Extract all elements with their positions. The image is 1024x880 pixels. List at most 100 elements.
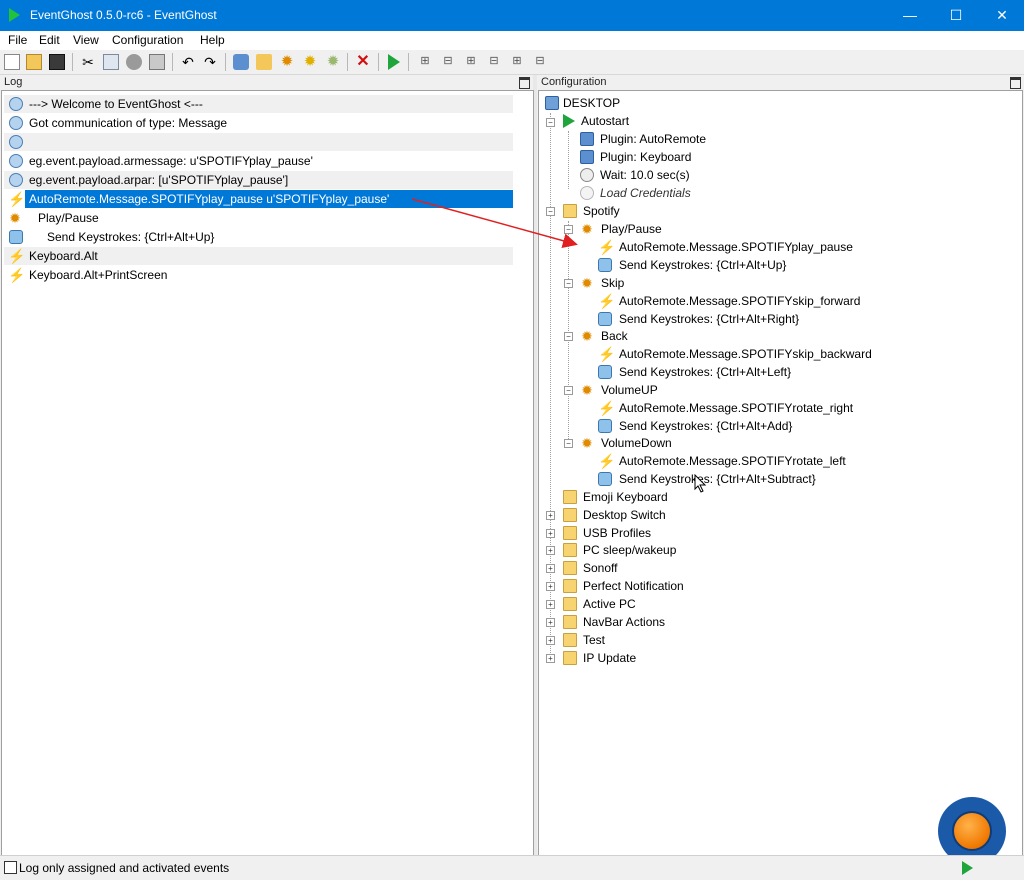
collapse-toggle[interactable]: − [564, 439, 573, 448]
open-icon[interactable] [26, 54, 42, 70]
expand-toggle[interactable]: + [546, 546, 555, 555]
add-event-icon[interactable]: ✹ [302, 54, 318, 70]
undo-icon[interactable]: ↶ [180, 54, 196, 70]
expand-all-icon[interactable]: ⊞ [509, 54, 525, 70]
collapse-children-icon[interactable]: ⊟ [486, 54, 502, 70]
log-row-text: eg.event.payload.armessage: u'SPOTIFYpla… [29, 154, 313, 168]
config-pane-header: Configuration [537, 75, 1024, 90]
delete-icon[interactable]: ✕ [355, 54, 371, 70]
log-pane[interactable]: ---> Welcome to EventGhost <--- Got comm… [1, 90, 534, 856]
log-pane-title: Log [4, 76, 23, 88]
paste-icon[interactable] [149, 54, 165, 70]
maximize-button[interactable]: ☐ [933, 0, 979, 31]
python-icon[interactable] [126, 54, 142, 70]
tree-item-label: Send Keystrokes: {Ctrl+Alt+Subtract} [619, 472, 816, 486]
log-row[interactable]: eg.event.payload.arpar: [u'SPOTIFYplay_p… [4, 171, 513, 189]
collapse-toggle[interactable]: − [564, 386, 573, 395]
tree-item-label: AutoRemote.Message.SPOTIFYrotate_right [619, 401, 854, 415]
execute-icon[interactable] [386, 54, 402, 70]
expand-toggle[interactable]: + [546, 529, 555, 538]
menu-help[interactable]: Help [200, 33, 225, 47]
log-only-assigned-label[interactable]: Log only assigned and activated events [19, 861, 229, 875]
tree-item-label: Sonoff [583, 561, 618, 575]
desktop-computer-icon [545, 96, 559, 110]
macro-gear-icon: ✹ [581, 221, 593, 237]
cut-icon[interactable]: ✂ [80, 54, 96, 70]
collapse-all-icon[interactable]: ⊟ [532, 54, 548, 70]
expand-toggle[interactable]: + [546, 636, 555, 645]
keyboard-action-icon [9, 230, 23, 244]
log-row[interactable]: Send Keystrokes: {Ctrl+Alt+Up} [4, 228, 513, 246]
log-row[interactable]: ✹ Play/Pause [4, 209, 513, 227]
folder-icon [563, 561, 577, 575]
log-row-text: AutoRemote.Message.SPOTIFYplay_pause u'S… [29, 192, 390, 206]
log-row[interactable]: eg.event.payload.armessage: u'SPOTIFYpla… [4, 152, 513, 170]
log-row[interactable]: Got communication of type: Message [4, 114, 513, 132]
tree-item-label: Test [583, 633, 606, 647]
folder-icon [563, 615, 577, 629]
message-icon [9, 135, 23, 149]
log-row-selected[interactable]: ⚡ AutoRemote.Message.SPOTIFYplay_pause u… [4, 190, 513, 208]
config-tree[interactable]: DESKTOP − Autostart Plugin: AutoRemote P… [538, 90, 1023, 856]
add-action-icon[interactable]: ✹ [325, 54, 341, 70]
collapse-toggle[interactable]: − [564, 279, 573, 288]
event-bolt-icon: ⚡ [8, 191, 26, 207]
collapse-icon[interactable]: ⊟ [440, 54, 456, 70]
config-maximize-icon[interactable] [1010, 77, 1021, 89]
clock-icon [580, 168, 594, 182]
new-icon[interactable] [4, 54, 20, 70]
keyboard-action-icon [598, 472, 612, 486]
menu-edit[interactable]: Edit [39, 33, 60, 47]
expand-toggle[interactable]: + [546, 600, 555, 609]
tree-item-label: Plugin: AutoRemote [600, 132, 707, 146]
folder-icon [563, 490, 577, 504]
minimize-button[interactable]: — [887, 0, 933, 31]
log-row[interactable]: ⚡ Keyboard.Alt+PrintScreen [4, 266, 513, 284]
collapse-toggle[interactable]: − [564, 332, 573, 341]
expand-icon[interactable]: ⊞ [417, 54, 433, 70]
tree-item-label: Perfect Notification [583, 579, 684, 593]
event-bolt-icon: ⚡ [598, 453, 616, 469]
add-macro-icon[interactable]: ✹ [279, 54, 295, 70]
toolbar-separator [72, 53, 73, 71]
menu-file[interactable]: File [8, 33, 27, 47]
tree-item-label: Emoji Keyboard [583, 490, 668, 504]
log-row-text: Got communication of type: Message [29, 116, 228, 130]
add-folder-icon[interactable] [256, 54, 272, 70]
keyboard-action-icon [598, 258, 612, 272]
expand-toggle[interactable]: + [546, 511, 555, 520]
folder-icon [563, 633, 577, 647]
expand-toggle[interactable]: + [546, 654, 555, 663]
tree-root-label: DESKTOP [563, 96, 621, 110]
menu-view[interactable]: View [73, 33, 99, 47]
redo-icon[interactable]: ↷ [202, 54, 218, 70]
save-icon[interactable] [49, 54, 65, 70]
collapse-toggle[interactable]: − [564, 225, 573, 234]
folder-icon [563, 204, 577, 218]
menu-configuration[interactable]: Configuration [112, 33, 183, 47]
log-row[interactable]: ---> Welcome to EventGhost <--- [4, 95, 513, 113]
log-maximize-icon[interactable] [519, 77, 530, 89]
copy-icon[interactable] [103, 54, 119, 70]
title-bar: EventGhost 0.5.0-rc6 - EventGhost — ☐ ✕ [0, 0, 1024, 31]
folder-icon [563, 651, 577, 665]
toolbar: ✂ ↶ ↷ ✹ ✹ ✹ ✕ ⊞ ⊟ ⊞ ⊟ ⊞ ⊟ [0, 50, 1024, 75]
clock-icon [580, 186, 594, 200]
add-plugin-icon[interactable] [233, 54, 249, 70]
expand-children-icon[interactable]: ⊞ [463, 54, 479, 70]
folder-icon [563, 526, 577, 540]
toolbar-separator [408, 53, 409, 71]
collapse-toggle[interactable]: − [546, 118, 555, 127]
expand-toggle[interactable]: + [546, 564, 555, 573]
log-row[interactable] [4, 133, 513, 151]
expand-toggle[interactable]: + [546, 618, 555, 627]
log-row[interactable]: ⚡ Keyboard.Alt [4, 247, 513, 265]
close-button[interactable]: ✕ [979, 0, 1024, 31]
expand-toggle[interactable]: + [546, 582, 555, 591]
tree-item-label: Send Keystrokes: {Ctrl+Alt+Up} [619, 258, 787, 272]
tree-item-label: IP Update [583, 651, 637, 665]
log-only-assigned-checkbox[interactable] [4, 861, 17, 874]
tree-item-label: PC sleep/wakeup [583, 543, 677, 557]
collapse-toggle[interactable]: − [546, 207, 555, 216]
plugin-icon [580, 150, 594, 164]
